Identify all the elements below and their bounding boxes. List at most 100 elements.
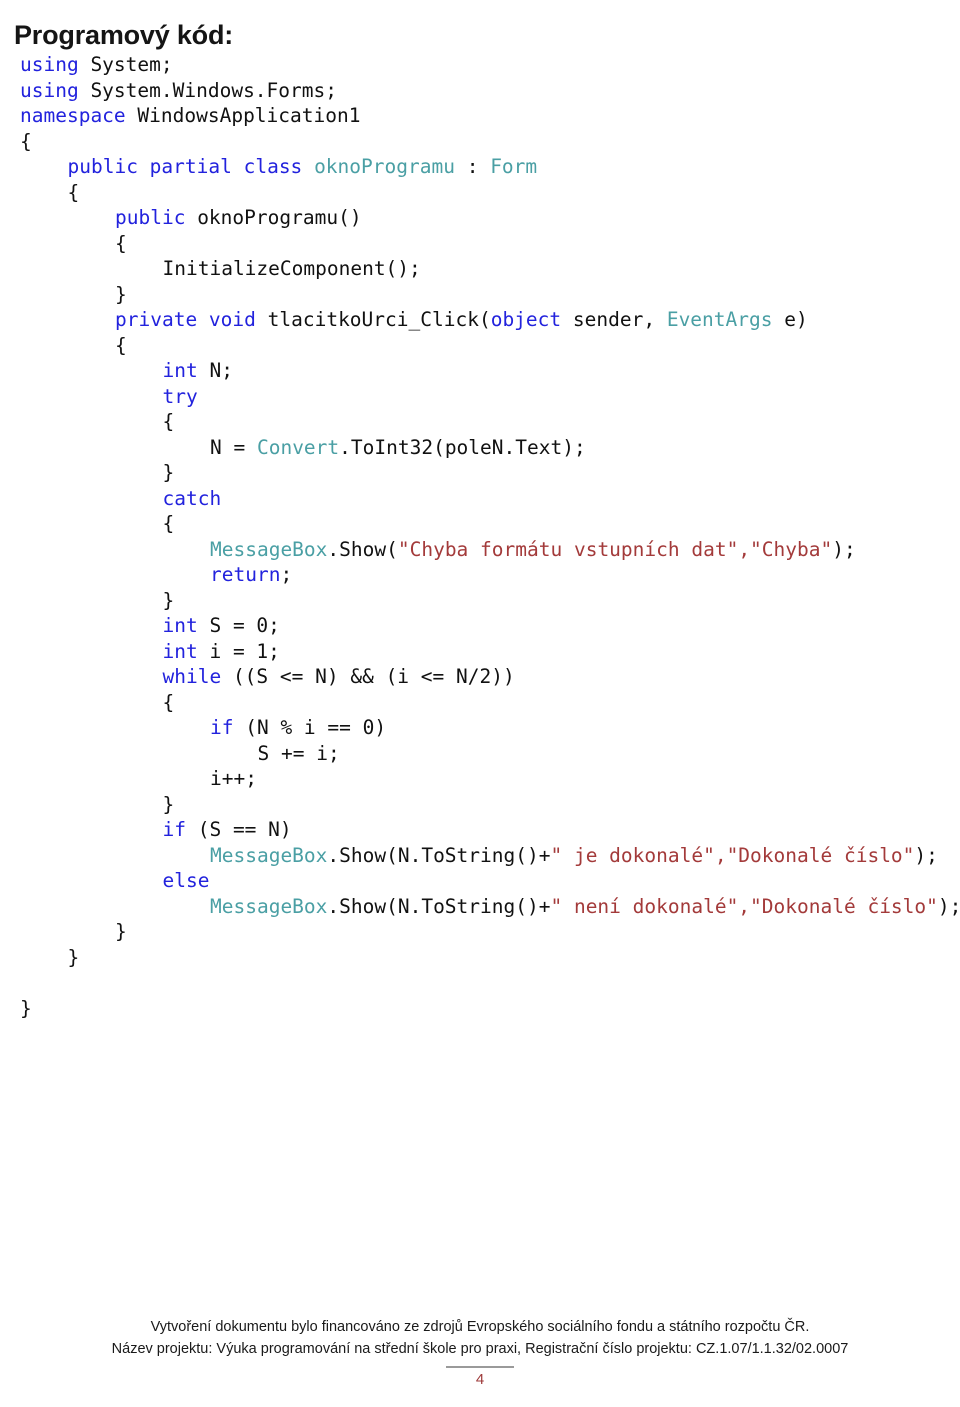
code-token-str: " není dokonalé","Dokonalé číslo" <box>550 894 938 918</box>
code-line: private void tlacitkoUrci_Click(object s… <box>0 307 960 333</box>
code-token-pl: } <box>67 945 80 969</box>
code-token-kw: int <box>162 359 198 382</box>
code-token-pl: i++; <box>210 767 257 790</box>
code-token-kw: while <box>162 665 222 688</box>
code-token-pl: { <box>162 690 175 714</box>
page-title: Programový kód: <box>14 20 234 51</box>
code-line: MessageBox.Show(N.ToString()+" je dokona… <box>0 843 960 869</box>
code-token-pl: (S == N) <box>185 818 292 841</box>
code-line: { <box>0 511 960 537</box>
code-token-pl: .Show(N.ToString()+ <box>327 843 551 867</box>
code-token-kw: int <box>162 614 198 637</box>
code-line: { <box>0 129 960 155</box>
code-line: } <box>0 588 960 614</box>
code-token-pl: { <box>115 231 127 255</box>
code-line: { <box>0 180 960 206</box>
code-line: catch <box>0 486 960 512</box>
code-token-pl: } <box>115 282 127 306</box>
code-token-pl: { <box>162 512 175 535</box>
code-token-kw: if <box>210 716 234 739</box>
code-token-pl: WindowsApplication1 <box>125 104 361 127</box>
page-number-rule <box>446 1366 514 1368</box>
code-line: while ((S <= N) && (i <= N/2)) <box>0 664 960 690</box>
code-line: } <box>0 282 960 308</box>
code-token-pl: sender, <box>561 308 667 331</box>
code-line: public partial class oknoProgramu : Form <box>0 154 960 180</box>
code-token-pl: ; <box>280 563 293 586</box>
code-token-pl: System; <box>78 53 173 76</box>
code-token-kw: else <box>162 869 210 892</box>
code-token-pl: InitializeComponent(); <box>162 257 421 280</box>
page-number: 4 <box>475 1371 485 1388</box>
code-token-str: "Chyba formátu vstupních dat","Chyba" <box>397 537 833 561</box>
code-line: using System; <box>0 52 960 78</box>
code-token-pl: } <box>20 996 32 1020</box>
code-token-pl: oknoProgramu() <box>185 206 362 229</box>
code-line: namespace WindowsApplication1 <box>0 103 960 129</box>
code-token-pl: System.Windows.Forms; <box>78 78 337 102</box>
code-line: S += i; <box>0 741 960 767</box>
code-token-pl: ); <box>937 894 960 918</box>
code-token-type: MessageBox <box>210 537 328 561</box>
code-token-kw: catch <box>162 486 222 510</box>
code-line: public oknoProgramu() <box>0 205 960 231</box>
code-token-pl: i = 1; <box>197 639 280 663</box>
code-line: int N; <box>0 358 960 384</box>
code-token-pl: (N % i == 0) <box>233 716 387 739</box>
code-token-pl: { <box>20 129 32 153</box>
code-line: if (S == N) <box>0 817 960 843</box>
code-token-pl: S = 0; <box>197 614 280 637</box>
code-line: int i = 1; <box>0 639 960 665</box>
footer-project-line: Název projektu: Výuka programování na st… <box>111 1341 849 1357</box>
code-token-pl: } <box>162 792 175 816</box>
code-token-pl: ); <box>914 843 938 867</box>
code-token-pl: e) <box>772 308 808 331</box>
code-token-pl: .Show( <box>327 537 398 561</box>
code-line: } <box>0 460 960 486</box>
code-token-kw: public partial class <box>67 155 303 178</box>
code-line: } <box>0 919 960 945</box>
code-line: } <box>0 792 960 818</box>
code-token-pl: .Show(N.ToString()+ <box>327 894 551 918</box>
footer: Vytvoření dokumentu bylo financováno ze … <box>0 1316 960 1360</box>
code-token-kw: int <box>162 639 198 663</box>
code-token-str: " je dokonalé","Dokonalé číslo" <box>550 843 915 867</box>
code-line: else <box>0 868 960 894</box>
code-token-type: MessageBox <box>210 843 328 867</box>
code-line: } <box>0 996 960 1022</box>
code-token-type: Convert <box>256 435 340 459</box>
code-token-pl: } <box>162 588 175 612</box>
code-token-type: MessageBox <box>210 894 328 918</box>
code-token-kw: try <box>162 384 198 408</box>
code-token-kw: return <box>210 563 281 586</box>
code-token-pl: { <box>67 180 80 204</box>
code-token-kw: using <box>20 53 79 76</box>
code-token-kw: private void <box>115 308 256 331</box>
code-token-kw: if <box>162 818 186 841</box>
code-token-kw: namespace <box>20 104 126 127</box>
code-line: { <box>0 333 960 359</box>
code-line: { <box>0 231 960 257</box>
code-token-type: oknoProgramu <box>314 155 455 178</box>
code-line: { <box>0 690 960 716</box>
footer-funding-line: Vytvoření dokumentu bylo financováno ze … <box>150 1319 810 1335</box>
page-number-block: 4 <box>0 1366 960 1389</box>
code-line: using System.Windows.Forms; <box>0 78 960 104</box>
code-line: i++; <box>0 766 960 792</box>
code-line: try <box>0 384 960 410</box>
code-token-pl: } <box>162 461 175 484</box>
code-token-pl: N; <box>197 359 233 382</box>
code-line: { <box>0 409 960 435</box>
code-token-kw: public <box>115 206 186 229</box>
code-token-kw: object <box>490 308 562 331</box>
code-line: InitializeComponent(); <box>0 256 960 282</box>
code-token-pl: ((S <= N) && (i <= N/2)) <box>221 665 515 688</box>
code-line: } <box>0 945 960 971</box>
code-line: MessageBox.Show(N.ToString()+" není doko… <box>0 894 960 920</box>
code-token-pl: { <box>115 333 127 357</box>
code-listing: using System; using System.Windows.Forms;… <box>0 52 960 1021</box>
code-line: MessageBox.Show("Chyba formátu vstupních… <box>0 537 960 563</box>
code-token-pl: } <box>115 920 127 943</box>
